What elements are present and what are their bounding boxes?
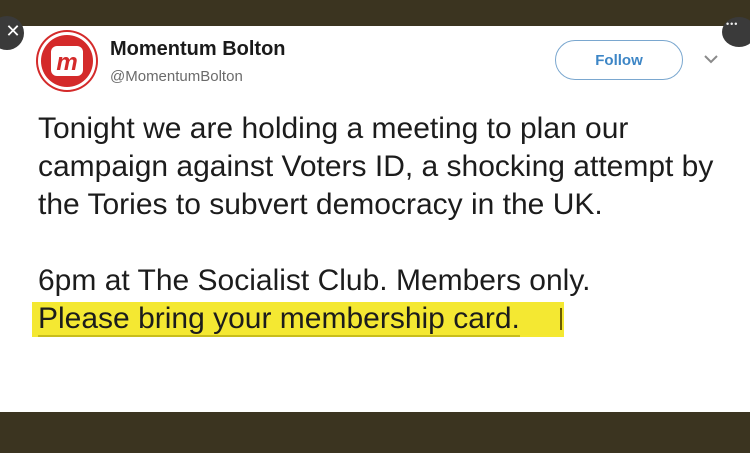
- tweet-paragraph: Tonight we are holding a meeting to plan…: [38, 112, 714, 221]
- tweet-paragraph: 6pm at The Socialist Club. Members only.…: [38, 262, 728, 338]
- momentum-logo-icon: m: [51, 46, 83, 76]
- tweet-line: 6pm at The Socialist Club. Members only.: [38, 264, 591, 297]
- avatar-letter: m: [56, 49, 77, 76]
- highlighted-text: Please bring your membership card.: [38, 302, 520, 337]
- follow-button[interactable]: Follow: [555, 40, 683, 80]
- highlight-marker: [559, 308, 562, 330]
- bottom-bar: [0, 412, 750, 453]
- display-name[interactable]: Momentum Bolton: [110, 38, 286, 61]
- tweet-body: Tonight we are holding a meeting to plan…: [38, 110, 728, 338]
- more-icon[interactable]: •••: [722, 17, 750, 47]
- tweet-card: m Momentum Bolton @MomentumBolton Follow…: [0, 26, 750, 412]
- avatar[interactable]: m: [38, 32, 96, 90]
- chevron-down-icon[interactable]: [700, 48, 722, 70]
- top-bar: [0, 0, 750, 26]
- user-handle[interactable]: @MomentumBolton: [110, 68, 243, 85]
